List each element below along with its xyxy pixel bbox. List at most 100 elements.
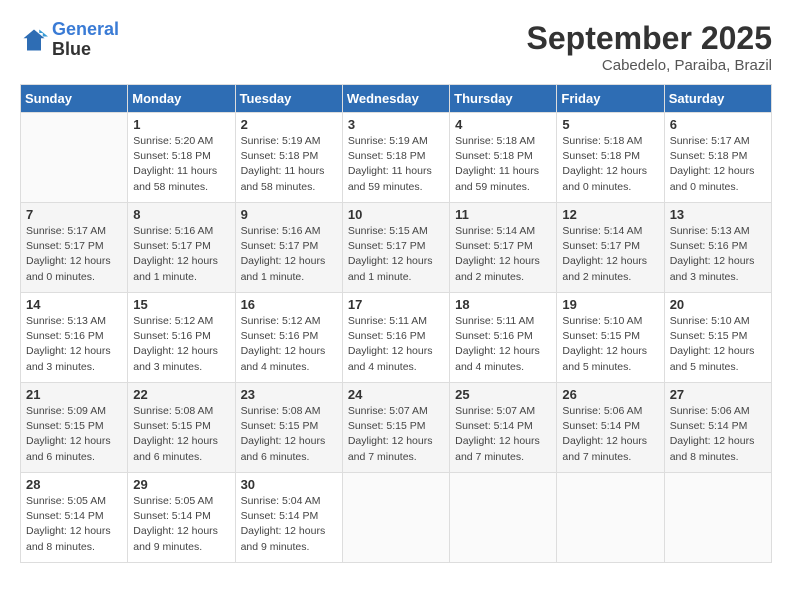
calendar-cell: 6Sunrise: 5:17 AMSunset: 5:18 PMDaylight…: [664, 113, 771, 203]
page-header: General Blue September 2025 Cabedelo, Pa…: [20, 20, 772, 74]
day-info: Sunrise: 5:07 AMSunset: 5:14 PMDaylight:…: [455, 404, 551, 465]
day-number: 28: [26, 477, 122, 492]
weekday-header-row: SundayMondayTuesdayWednesdayThursdayFrid…: [21, 85, 772, 113]
day-number: 21: [26, 387, 122, 402]
calendar-cell: [557, 473, 664, 563]
day-info: Sunrise: 5:19 AMSunset: 5:18 PMDaylight:…: [348, 134, 444, 195]
calendar-cell: [664, 473, 771, 563]
day-info: Sunrise: 5:06 AMSunset: 5:14 PMDaylight:…: [562, 404, 658, 465]
day-info: Sunrise: 5:05 AMSunset: 5:14 PMDaylight:…: [133, 494, 229, 555]
day-number: 4: [455, 117, 551, 132]
day-info: Sunrise: 5:16 AMSunset: 5:17 PMDaylight:…: [133, 224, 229, 285]
day-number: 3: [348, 117, 444, 132]
calendar-cell: 10 Sunrise: 5:15 AMSunset: 5:17 PMDayligh…: [342, 203, 449, 293]
day-info: Sunrise: 5:11 AMSunset: 5:16 PMDaylight:…: [455, 314, 551, 375]
day-info: Sunrise: 5:08 AMSunset: 5:15 PMDaylight:…: [133, 404, 229, 465]
calendar-week-row: 7 Sunrise: 5:17 AMSunset: 5:17 PMDaylight…: [21, 203, 772, 293]
day-number: 26: [562, 387, 658, 402]
calendar-cell: 19 Sunrise: 5:10 AMSunset: 5:15 PMDayligh…: [557, 293, 664, 383]
day-number: 30: [241, 477, 337, 492]
day-info: Sunrise: 5:13 AMSunset: 5:16 PMDaylight:…: [670, 224, 766, 285]
calendar-cell: 13 Sunrise: 5:13 AMSunset: 5:16 PMDayligh…: [664, 203, 771, 293]
day-number: 16: [241, 297, 337, 312]
day-number: 12: [562, 207, 658, 222]
day-number: 14: [26, 297, 122, 312]
day-info: Sunrise: 5:17 AMSunset: 5:18 PMDaylight:…: [670, 134, 766, 195]
day-number: 25: [455, 387, 551, 402]
day-number: 1: [133, 117, 229, 132]
calendar-cell: 11 Sunrise: 5:14 AMSunset: 5:17 PMDayligh…: [450, 203, 557, 293]
calendar-header: SundayMondayTuesdayWednesdayThursdayFrid…: [21, 85, 772, 113]
calendar-cell: [342, 473, 449, 563]
title-block: September 2025 Cabedelo, Paraiba, Brazil: [527, 20, 772, 74]
day-number: 5: [562, 117, 658, 132]
day-number: 19: [562, 297, 658, 312]
calendar-cell: 20 Sunrise: 5:10 AMSunset: 5:15 PMDayligh…: [664, 293, 771, 383]
day-info: Sunrise: 5:04 AMSunset: 5:14 PMDaylight:…: [241, 494, 337, 555]
calendar-cell: 21 Sunrise: 5:09 AMSunset: 5:15 PMDayligh…: [21, 383, 128, 473]
day-number: 20: [670, 297, 766, 312]
calendar-cell: 16 Sunrise: 5:12 AMSunset: 5:16 PMDayligh…: [235, 293, 342, 383]
day-info: Sunrise: 5:10 AMSunset: 5:15 PMDaylight:…: [562, 314, 658, 375]
location-subtitle: Cabedelo, Paraiba, Brazil: [527, 57, 772, 74]
day-number: 17: [348, 297, 444, 312]
calendar-cell: 9 Sunrise: 5:16 AMSunset: 5:17 PMDaylight…: [235, 203, 342, 293]
day-number: 8: [133, 207, 229, 222]
calendar-cell: 22 Sunrise: 5:08 AMSunset: 5:15 PMDayligh…: [128, 383, 235, 473]
day-info: Sunrise: 5:15 AMSunset: 5:17 PMDaylight:…: [348, 224, 444, 285]
day-info: Sunrise: 5:17 AMSunset: 5:17 PMDaylight:…: [26, 224, 122, 285]
day-info: Sunrise: 5:18 AMSunset: 5:18 PMDaylight:…: [455, 134, 551, 195]
weekday-header: Wednesday: [342, 85, 449, 113]
weekday-header: Tuesday: [235, 85, 342, 113]
calendar-cell: [450, 473, 557, 563]
day-number: 11: [455, 207, 551, 222]
calendar-week-row: 28 Sunrise: 5:05 AMSunset: 5:14 PMDayligh…: [21, 473, 772, 563]
day-info: Sunrise: 5:20 AMSunset: 5:18 PMDaylight:…: [133, 134, 229, 195]
weekday-header: Friday: [557, 85, 664, 113]
logo: General Blue: [20, 20, 119, 60]
calendar-week-row: 14Sunrise: 5:13 AMSunset: 5:16 PMDayligh…: [21, 293, 772, 383]
day-info: Sunrise: 5:11 AMSunset: 5:16 PMDaylight:…: [348, 314, 444, 375]
calendar-cell: 23Sunrise: 5:08 AMSunset: 5:15 PMDayligh…: [235, 383, 342, 473]
calendar-cell: 27Sunrise: 5:06 AMSunset: 5:14 PMDayligh…: [664, 383, 771, 473]
day-info: Sunrise: 5:14 AMSunset: 5:17 PMDaylight:…: [562, 224, 658, 285]
day-info: Sunrise: 5:09 AMSunset: 5:15 PMDaylight:…: [26, 404, 122, 465]
calendar-cell: 18 Sunrise: 5:11 AMSunset: 5:16 PMDayligh…: [450, 293, 557, 383]
day-info: Sunrise: 5:06 AMSunset: 5:14 PMDaylight:…: [670, 404, 766, 465]
day-info: Sunrise: 5:05 AMSunset: 5:14 PMDaylight:…: [26, 494, 122, 555]
calendar-cell: 26 Sunrise: 5:06 AMSunset: 5:14 PMDayligh…: [557, 383, 664, 473]
day-number: 22: [133, 387, 229, 402]
calendar-cell: 14Sunrise: 5:13 AMSunset: 5:16 PMDayligh…: [21, 293, 128, 383]
calendar-cell: 2 Sunrise: 5:19 AMSunset: 5:18 PMDaylight…: [235, 113, 342, 203]
day-number: 18: [455, 297, 551, 312]
calendar-cell: 25 Sunrise: 5:07 AMSunset: 5:14 PMDayligh…: [450, 383, 557, 473]
calendar-week-row: 1 Sunrise: 5:20 AMSunset: 5:18 PMDaylight…: [21, 113, 772, 203]
day-number: 13: [670, 207, 766, 222]
calendar-cell: 12 Sunrise: 5:14 AMSunset: 5:17 PMDayligh…: [557, 203, 664, 293]
day-number: 7: [26, 207, 122, 222]
calendar-cell: 24Sunrise: 5:07 AMSunset: 5:15 PMDayligh…: [342, 383, 449, 473]
day-info: Sunrise: 5:16 AMSunset: 5:17 PMDaylight:…: [241, 224, 337, 285]
calendar-week-row: 21 Sunrise: 5:09 AMSunset: 5:15 PMDayligh…: [21, 383, 772, 473]
day-number: 2: [241, 117, 337, 132]
calendar-body: 1 Sunrise: 5:20 AMSunset: 5:18 PMDaylight…: [21, 113, 772, 563]
day-number: 29: [133, 477, 229, 492]
day-info: Sunrise: 5:08 AMSunset: 5:15 PMDaylight:…: [241, 404, 337, 465]
calendar-cell: 30 Sunrise: 5:04 AMSunset: 5:14 PMDayligh…: [235, 473, 342, 563]
day-info: Sunrise: 5:12 AMSunset: 5:16 PMDaylight:…: [241, 314, 337, 375]
calendar-cell: [21, 113, 128, 203]
day-number: 15: [133, 297, 229, 312]
day-info: Sunrise: 5:19 AMSunset: 5:18 PMDaylight:…: [241, 134, 337, 195]
day-number: 9: [241, 207, 337, 222]
day-info: Sunrise: 5:10 AMSunset: 5:15 PMDaylight:…: [670, 314, 766, 375]
day-number: 10: [348, 207, 444, 222]
calendar-table: SundayMondayTuesdayWednesdayThursdayFrid…: [20, 84, 772, 563]
day-info: Sunrise: 5:18 AMSunset: 5:18 PMDaylight:…: [562, 134, 658, 195]
weekday-header: Thursday: [450, 85, 557, 113]
logo-icon: [20, 26, 48, 54]
weekday-header: Sunday: [21, 85, 128, 113]
logo-text: General Blue: [52, 20, 119, 60]
day-info: Sunrise: 5:14 AMSunset: 5:17 PMDaylight:…: [455, 224, 551, 285]
month-title: September 2025: [527, 20, 772, 57]
calendar-cell: 8 Sunrise: 5:16 AMSunset: 5:17 PMDaylight…: [128, 203, 235, 293]
